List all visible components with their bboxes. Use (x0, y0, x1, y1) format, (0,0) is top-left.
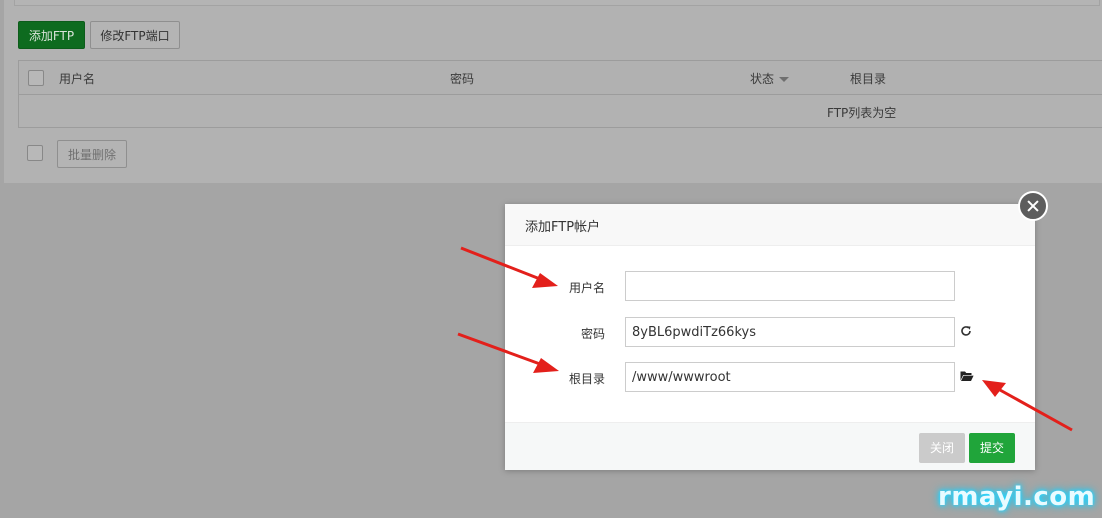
watermark: rmayi.com (938, 482, 1096, 512)
arrow-to-username (460, 246, 558, 288)
annotation-arrows (457, 246, 1073, 432)
arrow-to-folder-icon (982, 380, 1073, 432)
arrow-to-root-dir (457, 332, 559, 373)
